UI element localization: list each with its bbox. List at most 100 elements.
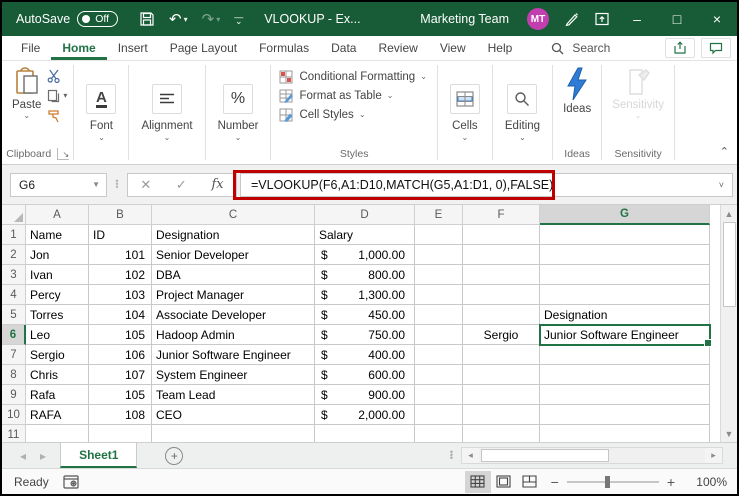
number-group-button[interactable]: % Number ⌄ <box>206 61 271 164</box>
cell-b4[interactable]: 103 <box>89 285 152 305</box>
row-header-2[interactable]: 2 <box>2 245 26 265</box>
minimize-button[interactable]: – <box>617 2 657 36</box>
format-painter-button[interactable] <box>47 109 67 123</box>
cell-d9[interactable]: $900.00 <box>315 385 415 405</box>
sheet-tab-sheet1[interactable]: Sheet1 <box>60 443 138 468</box>
cell-b8[interactable]: 107 <box>89 365 152 385</box>
zoom-slider[interactable] <box>566 475 659 488</box>
cell-c5[interactable]: Associate Developer <box>152 305 315 325</box>
scroll-down-icon[interactable]: ▼ <box>721 425 737 442</box>
close-button[interactable]: × <box>697 2 737 36</box>
cell-g9[interactable] <box>540 385 710 405</box>
cell-e7[interactable] <box>415 345 463 365</box>
macro-record-button[interactable] <box>63 474 79 489</box>
comments-button[interactable] <box>701 38 731 58</box>
cell-c3[interactable]: DBA <box>152 265 315 285</box>
column-header-d[interactable]: D <box>315 205 415 225</box>
tab-help[interactable]: Help <box>477 36 524 60</box>
cell-g1[interactable] <box>540 225 710 245</box>
cell-d1[interactable]: Salary <box>315 225 415 245</box>
cell-e6[interactable] <box>415 325 463 345</box>
cell-g6-selected[interactable]: Junior Software Engineer <box>539 324 712 347</box>
cell-d8[interactable]: $600.00 <box>315 365 415 385</box>
cell-c10[interactable]: CEO <box>152 405 315 425</box>
cell-a11[interactable] <box>26 425 89 442</box>
cell-f2[interactable] <box>463 245 540 265</box>
cancel-button[interactable]: ✕ <box>140 177 151 193</box>
cell-c7[interactable]: Junior Software Engineer <box>152 345 315 365</box>
cell-e5[interactable] <box>415 305 463 325</box>
row-header-10[interactable]: 10 <box>2 405 26 425</box>
cell-c8[interactable]: System Engineer <box>152 365 315 385</box>
scrollbar-resize-grip[interactable]: • • • <box>450 448 453 463</box>
zoom-slider-handle[interactable] <box>605 475 611 488</box>
cell-a5[interactable]: Torres <box>26 305 89 325</box>
column-header-f[interactable]: F <box>463 205 540 225</box>
zoom-in-button[interactable]: + <box>659 474 683 490</box>
tab-page-layout[interactable]: Page Layout <box>159 36 248 60</box>
cell-f8[interactable] <box>463 365 540 385</box>
cell-f3[interactable] <box>463 265 540 285</box>
column-header-a[interactable]: A <box>26 205 89 225</box>
cell-d11[interactable] <box>315 425 415 442</box>
cell-c9[interactable]: Team Lead <box>152 385 315 405</box>
cell-styles-button[interactable]: Cell Styles ⌄ <box>279 108 426 122</box>
tab-data[interactable]: Data <box>320 36 367 60</box>
tab-formulas[interactable]: Formulas <box>248 36 320 60</box>
row-header-3[interactable]: 3 <box>2 265 26 285</box>
cell-a4[interactable]: Percy <box>26 285 89 305</box>
cell-f1[interactable] <box>463 225 540 245</box>
cell-b2[interactable]: 101 <box>89 245 152 265</box>
cell-d3[interactable]: $800.00 <box>315 265 415 285</box>
cell-b5[interactable]: 104 <box>89 305 152 325</box>
autosave-toggle[interactable]: Off <box>77 11 119 27</box>
sheet-nav-left-icon[interactable]: ◂ <box>20 449 26 463</box>
cell-e2[interactable] <box>415 245 463 265</box>
horizontal-scroll-thumb[interactable] <box>481 449 609 462</box>
row-header-6[interactable]: 6 <box>2 325 26 345</box>
row-header-11[interactable]: 11 <box>2 425 26 442</box>
cell-d4[interactable]: $1,300.00 <box>315 285 415 305</box>
tab-file[interactable]: File <box>10 36 51 60</box>
cell-b6[interactable]: 105 <box>89 325 152 345</box>
tab-review[interactable]: Review <box>367 36 428 60</box>
cell-e4[interactable] <box>415 285 463 305</box>
font-group-button[interactable]: A Font ⌄ <box>74 61 128 164</box>
cell-b11[interactable] <box>89 425 152 442</box>
autosave-control[interactable]: AutoSave Off <box>16 11 119 27</box>
format-as-table-button[interactable]: Format as Table ⌄ <box>279 89 426 103</box>
cell-c4[interactable]: Project Manager <box>152 285 315 305</box>
enter-button[interactable]: ✓ <box>176 177 187 193</box>
cell-g7[interactable] <box>540 345 710 365</box>
copy-button[interactable]: ▾ <box>47 89 67 103</box>
page-break-preview-button[interactable] <box>517 471 543 493</box>
redo-button[interactable]: ↷ ▾ <box>195 4 228 34</box>
cell-g8[interactable] <box>540 365 710 385</box>
cell-a2[interactable]: Jon <box>26 245 89 265</box>
cell-g4[interactable] <box>540 285 710 305</box>
cell-f11[interactable] <box>463 425 540 442</box>
cell-f7[interactable] <box>463 345 540 365</box>
cell-c1[interactable]: Designation <box>152 225 315 245</box>
cell-c2[interactable]: Senior Developer <box>152 245 315 265</box>
cell-c11[interactable] <box>152 425 315 442</box>
formula-input[interactable]: =VLOOKUP(F6,A1:D10,MATCH(G5,A1:D1, 0),FA… <box>233 169 733 200</box>
page-layout-view-button[interactable] <box>491 471 517 493</box>
cell-d6[interactable]: $750.00 <box>315 325 415 345</box>
scroll-right-icon[interactable]: ▸ <box>705 448 722 463</box>
column-header-g[interactable]: G <box>540 205 710 225</box>
cell-b10[interactable]: 108 <box>89 405 152 425</box>
normal-view-button[interactable] <box>464 470 491 493</box>
row-header-5[interactable]: 5 <box>2 305 26 325</box>
cell-e9[interactable] <box>415 385 463 405</box>
cell-e10[interactable] <box>415 405 463 425</box>
cell-a10[interactable]: RAFA <box>26 405 89 425</box>
scroll-left-icon[interactable]: ◂ <box>462 448 479 463</box>
ribbon-display-options-button[interactable] <box>587 4 617 34</box>
cell-g10[interactable] <box>540 405 710 425</box>
row-header-1[interactable]: 1 <box>2 225 26 245</box>
row-header-9[interactable]: 9 <box>2 385 26 405</box>
conditional-formatting-button[interactable]: Conditional Formatting ⌄ <box>279 70 427 84</box>
cell-g3[interactable] <box>540 265 710 285</box>
column-header-e[interactable]: E <box>415 205 463 225</box>
